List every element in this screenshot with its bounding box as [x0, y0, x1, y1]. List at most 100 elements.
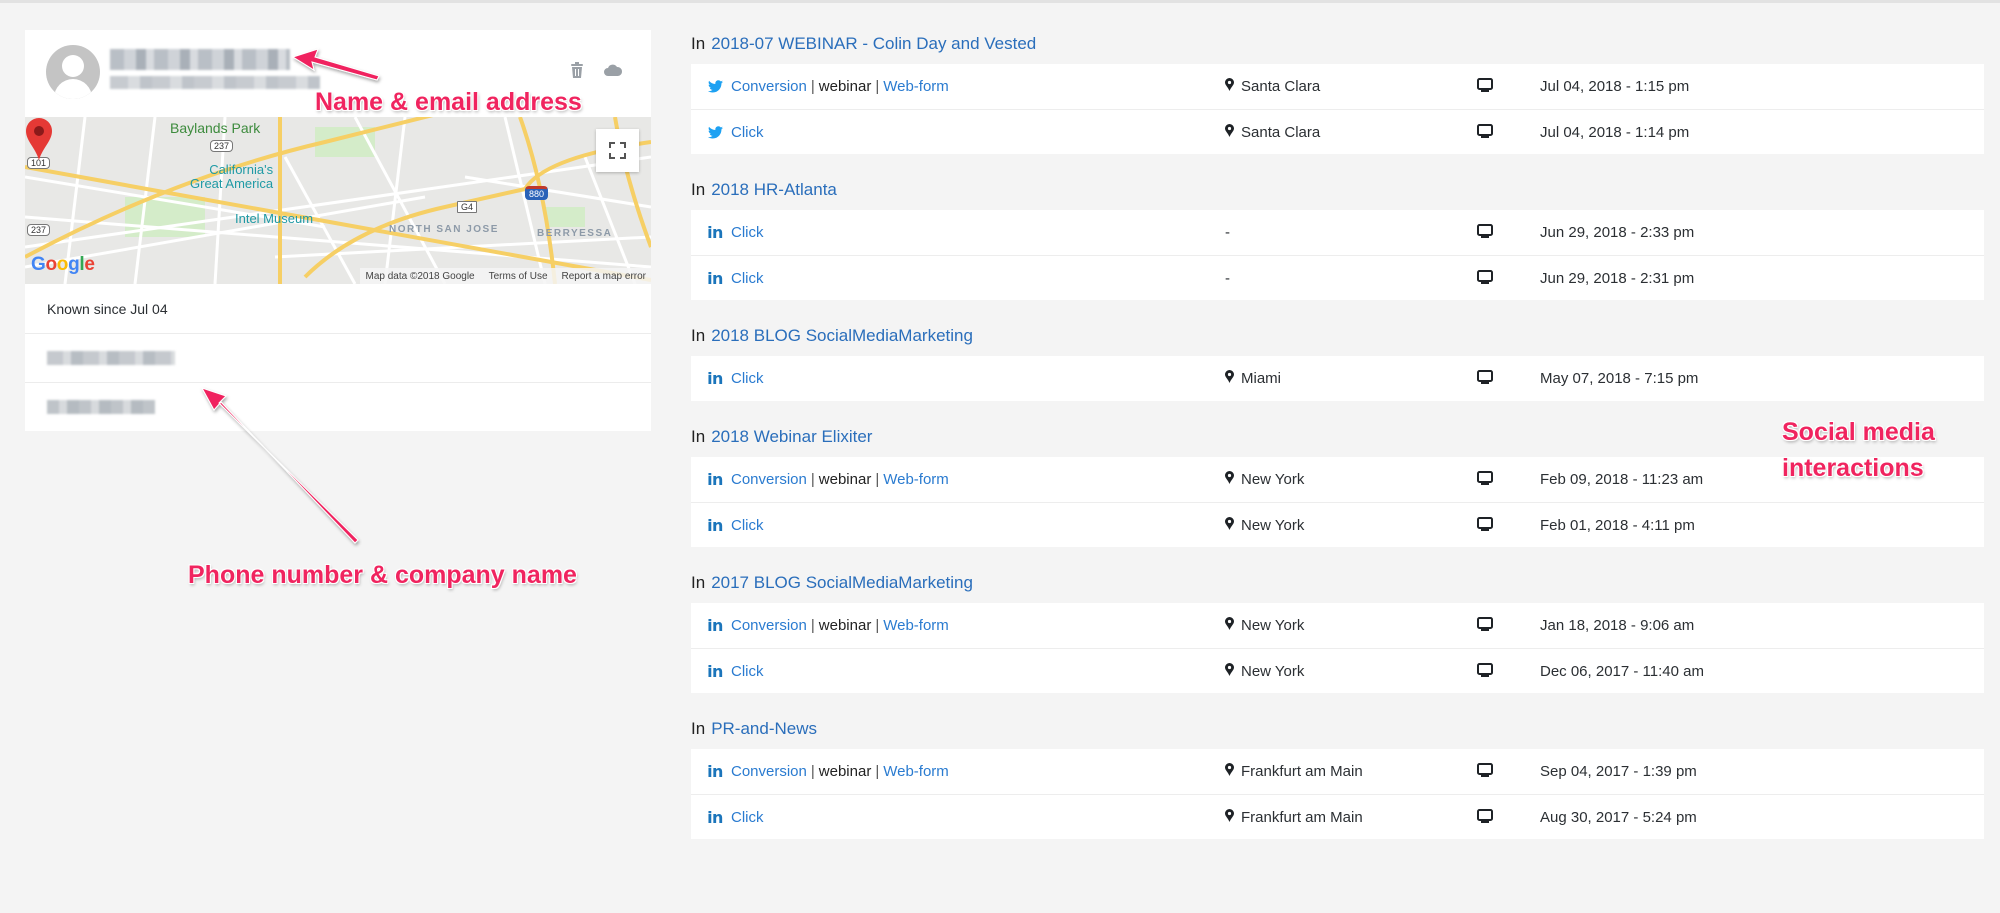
activity-row: in Click - Jun 29, 2018 - 2:33 pm [691, 210, 1984, 255]
location-text: Santa Clara [1241, 78, 1321, 95]
campaign-link[interactable]: 2018 BLOG SocialMediaMarketing [711, 326, 973, 346]
activity-date: Jul 04, 2018 - 1:15 pm [1540, 64, 1689, 109]
linkedin-icon: in [707, 616, 723, 635]
activity-date: Jun 29, 2018 - 2:33 pm [1540, 210, 1694, 255]
activity-action-link[interactable]: Click [731, 270, 764, 287]
location-text: Miami [1241, 370, 1281, 387]
known-since-text: Known since Jul 04 [47, 300, 168, 317]
date-text: Aug 30, 2017 - 5:24 pm [1540, 809, 1697, 826]
linkedin-icon: in [707, 369, 723, 388]
known-since-row: Known since Jul 04 [25, 284, 651, 333]
activity-source: Click [707, 110, 764, 155]
activity-tag: webinar [818, 617, 872, 634]
activity-source: in Click [707, 503, 764, 548]
desktop-icon [1477, 78, 1493, 97]
highway-shield-237: 237 [210, 140, 234, 152]
map-label-line: California's [209, 162, 274, 177]
map-footer: Map data ©2018 Google Terms of Use Repor… [360, 268, 651, 284]
campaign-link[interactable]: 2018 HR-Atlanta [711, 180, 837, 200]
date-text: Dec 06, 2017 - 11:40 am [1540, 663, 1704, 680]
map-pin-icon[interactable] [25, 117, 53, 161]
linkedin-icon: in [707, 762, 723, 781]
in-label: In [691, 427, 706, 446]
linkedin-icon: in [707, 223, 723, 242]
logo-letter: G [31, 254, 46, 275]
location-pin-icon [1225, 663, 1234, 680]
map-label-great-america: California's Great America [190, 163, 273, 191]
activity-action-link[interactable]: Conversion [731, 763, 807, 780]
activity-date: Jun 29, 2018 - 2:31 pm [1540, 256, 1694, 301]
location-pin-icon [1225, 809, 1234, 826]
trash-icon[interactable] [568, 61, 586, 79]
campaign-group: In 2018-07 WEBINAR - Colin Day and Vested… [691, 30, 1984, 154]
activity-location: Frankfurt am Main [1225, 749, 1363, 794]
in-label: In [691, 719, 706, 738]
activity-form-link[interactable]: Web-form [883, 617, 949, 634]
activity-location: Santa Clara [1225, 110, 1320, 155]
activity-action-link[interactable]: Conversion [731, 617, 807, 634]
annotation-phone-company: Phone number & company name [188, 561, 577, 589]
in-label: In [691, 573, 706, 592]
activity-action-link[interactable]: Conversion [731, 471, 807, 488]
campaign-link[interactable]: PR-and-News [711, 719, 817, 739]
activity-action-link[interactable]: Click [731, 809, 764, 826]
activity-source: in Click [707, 795, 764, 840]
location-map[interactable]: Baylands Park California's Great America … [25, 117, 651, 284]
highway-shield-880: 880 [525, 186, 549, 200]
date-text: Jul 04, 2018 - 1:14 pm [1540, 124, 1690, 141]
campaign-link[interactable]: 2018 Webinar Elixiter [711, 427, 872, 447]
activity-tag: webinar [818, 763, 872, 780]
fullscreen-button[interactable] [596, 129, 639, 172]
activity-source: in Conversion | webinar | Web-form [707, 749, 949, 794]
date-text: Sep 04, 2017 - 1:39 pm [1540, 763, 1697, 780]
activity-location: New York [1225, 649, 1304, 694]
activity-action-link[interactable]: Conversion [731, 78, 807, 95]
avatar-body [54, 79, 92, 99]
logo-letter: g [68, 254, 80, 275]
twitter-icon [707, 79, 723, 95]
terms-of-use-link[interactable]: Terms of Use [489, 271, 548, 282]
phone-row [25, 333, 651, 382]
activity-action-link[interactable]: Click [731, 224, 764, 241]
activity-form-link[interactable]: Web-form [883, 78, 949, 95]
annotation-name-email: Name & email address [315, 88, 582, 116]
activity-action-link[interactable]: Click [731, 517, 764, 534]
desktop-icon [1477, 809, 1493, 828]
activity-row: Conversion | webinar | Web-form Santa Clara Ju… [691, 64, 1984, 109]
fullscreen-icon [609, 142, 626, 159]
highway-shield-g4: G4 [457, 201, 478, 213]
campaign-group: In 2018 BLOG SocialMediaMarketing in Click M… [691, 322, 1984, 401]
activity-row: in Conversion | webinar | Web-form Frankfurt a… [691, 749, 1984, 794]
campaign-group: In 2017 BLOG SocialMediaMarketing in Conver… [691, 569, 1984, 693]
activity-action-link[interactable]: Click [731, 124, 764, 141]
activity-action-link[interactable]: Click [731, 663, 764, 680]
location-text: New York [1241, 663, 1305, 680]
date-text: Feb 09, 2018 - 11:23 am [1540, 471, 1704, 488]
activity-source: in Click [707, 210, 764, 255]
activity-tag: webinar [818, 78, 872, 95]
location-pin-icon [1225, 617, 1234, 634]
date-text: May 07, 2018 - 7:15 pm [1540, 370, 1699, 387]
desktop-icon [1477, 763, 1493, 782]
activity-location: New York [1225, 603, 1304, 648]
map-label-north-san-jose: NORTH SAN JOSE [389, 224, 499, 235]
activity-row: in Click Frankfurt am Main Aug 30, 2017 - 5… [691, 794, 1984, 839]
location-pin-icon [1225, 471, 1234, 488]
company-name-redacted [47, 400, 155, 414]
campaign-link[interactable]: 2017 BLOG SocialMediaMarketing [711, 573, 973, 593]
date-text: Jan 18, 2018 - 9:06 am [1540, 617, 1695, 634]
activity-rows: in Click Miami May 07, 2018 - 7:15 pm [691, 356, 1984, 401]
activity-form-link[interactable]: Web-form [883, 763, 949, 780]
activity-action-link[interactable]: Click [731, 370, 764, 387]
map-label-intel: Intel Museum [235, 211, 314, 226]
activity-rows: in Click - Jun 29, 2018 - 2:33 pm in Click - Ju… [691, 210, 1984, 300]
google-logo[interactable]: Google [31, 254, 95, 276]
activity-date: Sep 04, 2017 - 1:39 pm [1540, 749, 1697, 794]
cloud-icon[interactable] [603, 61, 623, 79]
linkedin-icon: in [707, 808, 723, 827]
map-data-credit: Map data ©2018 Google [365, 270, 475, 282]
activity-form-link[interactable]: Web-form [883, 471, 949, 488]
report-map-error-link[interactable]: Report a map error [562, 271, 646, 282]
in-label: In [691, 34, 706, 53]
campaign-link[interactable]: 2018-07 WEBINAR - Colin Day and Vested [711, 34, 1036, 54]
